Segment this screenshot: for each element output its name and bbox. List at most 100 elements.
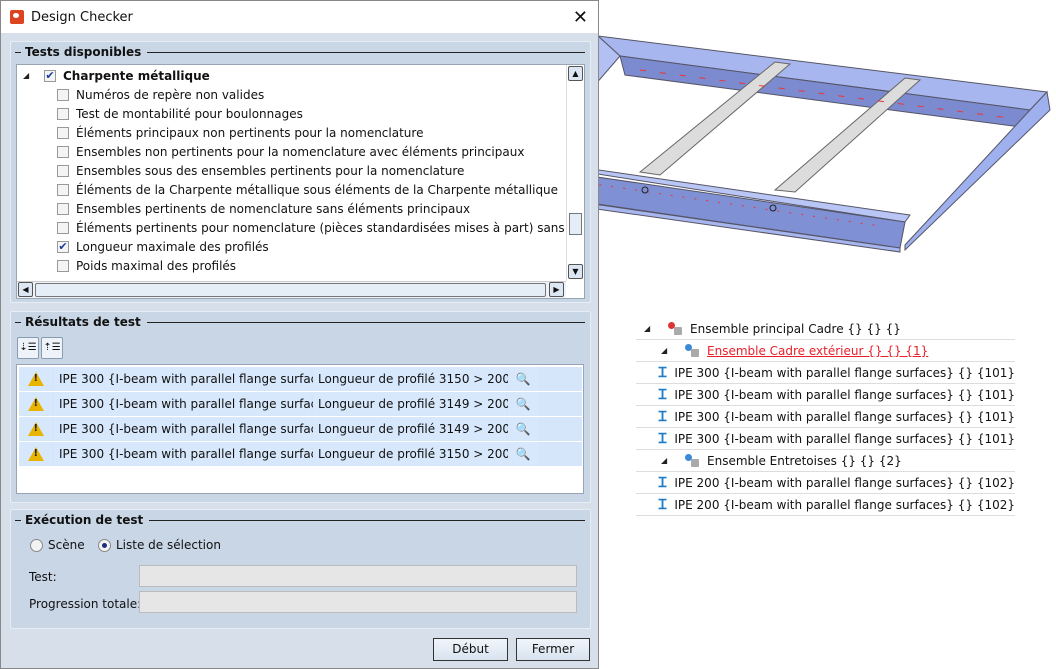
test-item-label: Numéros de repère non valides <box>76 87 265 102</box>
tree-item-label: IPE 300 {I-beam with parallel flange sur… <box>674 387 1015 402</box>
assembly-tree-item[interactable]: Ɪ IPE 300 {I-beam with parallel flange su… <box>636 362 1015 384</box>
title-bar: Design Checker ✕ <box>1 1 598 33</box>
assembly-tree-item[interactable]: Ɪ IPE 200 {I-beam with parallel flange su… <box>636 494 1015 516</box>
scroll-up-button[interactable]: ▲ <box>568 66 583 81</box>
assembly-tree-item[interactable]: ◢ Ensemble Cadre extérieur {} {} {1} <box>636 340 1015 362</box>
test-item[interactable]: Test de montabilité pour boulonnages <box>57 104 303 123</box>
test-item[interactable]: Éléments de la Charpente métallique sous… <box>57 180 558 199</box>
zoom-to-element-icon[interactable]: 🔍 <box>508 392 538 415</box>
zoom-to-element-icon[interactable]: 🔍 <box>508 442 538 465</box>
warning-cell <box>19 392 52 415</box>
checkbox[interactable] <box>57 259 69 272</box>
assembly-tree-item[interactable]: Ɪ IPE 300 {I-beam with parallel flange su… <box>636 406 1015 428</box>
checkbox[interactable]: ✔ <box>44 69 56 82</box>
test-item[interactable]: Éléments principaux non pertinents pour … <box>57 123 423 142</box>
tree-item-label: IPE 300 {I-beam with parallel flange sur… <box>674 431 1015 446</box>
radio-label: Liste de sélection <box>116 538 221 552</box>
warning-icon <box>27 371 44 386</box>
collapse-all-button[interactable]: ⇡☰ <box>41 337 63 359</box>
radio-button[interactable] <box>30 539 43 552</box>
test-item-label: Ensembles sous des ensembles pertinents … <box>76 163 465 178</box>
expand-triangle-icon[interactable]: ◢ <box>661 346 667 355</box>
test-item[interactable]: Éléments pertinents pour nomenclature (p… <box>57 218 565 237</box>
result-message: Longueur de profilé 3149 > 2000 <box>313 392 518 415</box>
checkbox[interactable] <box>57 107 69 120</box>
test-item-label: Éléments principaux non pertinents pour … <box>76 125 424 140</box>
i-beam-icon: Ɪ <box>658 364 667 381</box>
result-row[interactable]: IPE 300 {I-beam with parallel flange sur… <box>19 417 582 441</box>
expand-triangle-icon[interactable]: ◢ <box>661 456 667 465</box>
result-row[interactable]: IPE 300 {I-beam with parallel flange sur… <box>19 442 582 466</box>
tests-group: Tests disponibles ◢ ✔ Charpente métallique… <box>10 41 591 303</box>
result-message: Longueur de profilé 3150 > 2000 <box>313 442 518 465</box>
warning-cell <box>19 417 52 440</box>
horizontal-scrollbar[interactable]: ◀ ▶ <box>17 281 566 298</box>
i-beam-icon: Ɪ <box>658 474 667 491</box>
assembly-icon <box>685 453 701 468</box>
progress-label: Progression totale: <box>29 597 142 611</box>
app-icon <box>10 10 24 24</box>
assembly-tree-item[interactable]: Ɪ IPE 300 {I-beam with parallel flange su… <box>636 428 1015 450</box>
checkbox[interactable] <box>57 202 69 215</box>
scroll-down-button[interactable]: ▼ <box>568 264 583 279</box>
scroll-left-button[interactable]: ◀ <box>18 282 33 297</box>
test-item[interactable]: Numéros de repère non valides <box>57 85 264 104</box>
test-item[interactable]: ✔ Longueur maximale des profilés <box>57 237 269 256</box>
group-label: Exécution de test <box>25 513 144 527</box>
scroll-thumb[interactable] <box>35 283 546 297</box>
checkbox[interactable] <box>57 145 69 158</box>
checkbox[interactable] <box>57 183 69 196</box>
zoom-to-element-icon[interactable]: 🔍 <box>508 417 538 440</box>
checkbox[interactable] <box>57 126 69 139</box>
warning-icon <box>27 396 44 411</box>
tests-tree[interactable]: ◢ ✔ Charpente métallique Numéros de repère … <box>16 64 585 299</box>
test-item[interactable]: Poids maximal des profilés <box>57 256 236 275</box>
result-row[interactable]: IPE 300 {I-beam with parallel flange sur… <box>19 392 582 416</box>
expand-all-button[interactable]: ⇣☰ <box>17 337 39 359</box>
result-row[interactable]: IPE 300 {I-beam with parallel flange sur… <box>19 367 582 391</box>
tree-item-label: IPE 200 {I-beam with parallel flange sur… <box>674 497 1015 512</box>
close-icon[interactable]: ✕ <box>573 7 588 28</box>
assembly-icon <box>685 343 701 358</box>
test-item[interactable]: Ensembles non pertinents pour la nomencl… <box>57 142 524 161</box>
test-item-label: Test de montabilité pour boulonnages <box>76 106 303 121</box>
results-list[interactable]: IPE 300 {I-beam with parallel flange sur… <box>16 364 584 494</box>
test-item-label: Longueur maximale des profilés <box>76 239 269 254</box>
tree-item-label: Ensemble Entretoises {} {} {2} <box>707 453 902 468</box>
vertical-scrollbar[interactable]: ▲ ▼ <box>566 65 584 281</box>
start-button[interactable]: Début <box>433 638 508 661</box>
scroll-thumb[interactable] <box>569 213 582 235</box>
i-beam-icon: Ɪ <box>658 408 667 425</box>
expand-triangle-icon[interactable]: ◢ <box>644 324 650 333</box>
zoom-to-element-icon[interactable]: 🔍 <box>508 367 538 390</box>
group-label: Résultats de test <box>25 315 141 329</box>
assembly-tree-item[interactable]: ◢ Ensemble principal Cadre {} {} {} <box>636 318 1015 340</box>
checkbox[interactable]: ✔ <box>57 240 69 253</box>
result-element: IPE 300 {I-beam with parallel flange sur… <box>54 417 400 440</box>
tree-item-label: Charpente métallique <box>63 68 210 83</box>
test-item-label: Éléments de la Charpente métallique sous… <box>76 182 559 197</box>
tree-root-charpente[interactable]: ◢ ✔ Charpente métallique <box>17 66 210 85</box>
radio-selection-list[interactable]: Liste de sélection <box>98 538 221 552</box>
warning-icon <box>27 446 44 461</box>
tree-item-label: IPE 300 {I-beam with parallel flange sur… <box>674 409 1015 424</box>
scroll-right-button[interactable]: ▶ <box>549 282 564 297</box>
result-element: IPE 300 {I-beam with parallel flange sur… <box>54 392 400 415</box>
checkbox[interactable] <box>57 88 69 101</box>
close-button[interactable]: Fermer <box>516 638 590 661</box>
radio-scene[interactable]: Scène <box>30 538 85 552</box>
assembly-tree-item[interactable]: ◢ Ensemble Entretoises {} {} {2} <box>636 450 1015 472</box>
design-checker-dialog: Design Checker ✕ Tests disponibles ◢ ✔ Cha… <box>0 0 599 669</box>
dialog-title: Design Checker <box>31 9 133 25</box>
test-item[interactable]: Ensembles sous des ensembles pertinents … <box>57 161 464 180</box>
radio-button[interactable] <box>98 539 111 552</box>
assembly-tree-item[interactable]: Ɪ IPE 300 {I-beam with parallel flange su… <box>636 384 1015 406</box>
assembly-tree-item[interactable]: Ɪ IPE 200 {I-beam with parallel flange su… <box>636 472 1015 494</box>
test-label: Test: <box>29 570 57 584</box>
test-item[interactable]: Ensembles pertinents de nomenclature san… <box>57 199 470 218</box>
checkbox[interactable] <box>57 221 69 234</box>
tree-item-label: Ensemble Cadre extérieur {} {} {1} <box>707 343 929 358</box>
checkbox[interactable] <box>57 164 69 177</box>
expand-triangle-icon[interactable]: ◢ <box>23 71 29 80</box>
test-field <box>139 565 577 587</box>
